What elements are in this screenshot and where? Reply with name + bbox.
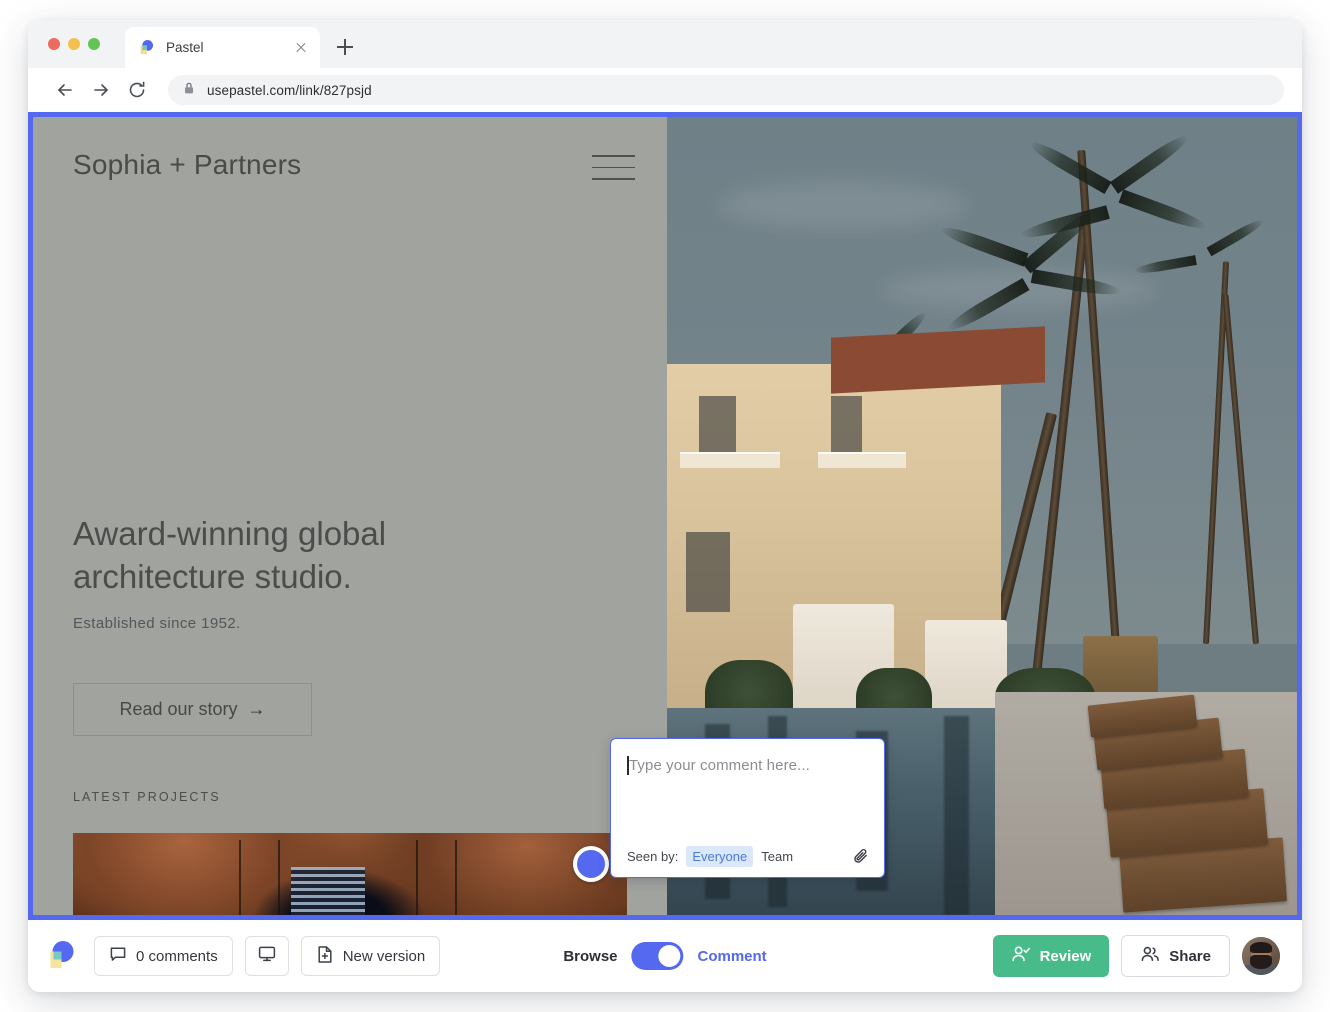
audience-team[interactable]: Team [761,849,793,864]
decorative-pillar [416,840,419,915]
pastel-logo-icon [138,39,155,56]
close-icon[interactable] [292,39,310,57]
avatar-beard [1250,955,1272,969]
desktop-monitor-icon [257,944,277,968]
browser-omnibox-row: usepastel.com/link/827psjd [28,68,1302,112]
avatar[interactable] [1242,937,1280,975]
review-button[interactable]: Review [992,935,1110,977]
browser-tab[interactable]: Pastel [125,27,320,68]
comment-input[interactable]: Type your comment here... [611,739,884,835]
balcony-rail [818,452,907,469]
site-left-panel: Sophia + Partners Award-winning global a… [33,117,667,915]
balcony-rail [679,452,781,469]
device-preview-button[interactable] [244,936,289,976]
text-caret [627,756,629,775]
new-version-label: New version [342,947,426,965]
lock-icon [182,81,196,100]
window-minimize-button[interactable] [68,38,80,50]
pool-reflection [944,715,970,915]
comments-button[interactable]: 0 comments [94,936,233,976]
hero-subtitle: Established since 1952. [73,615,241,632]
new-version-button[interactable]: New version [300,936,441,976]
tab-title: Pastel [166,40,204,55]
comment-marker-pin[interactable] [573,846,609,882]
read-our-story-label: Read our story [119,699,238,719]
browser-window: Pastel usepastel.com/link/827psjd Sophia… [28,20,1302,992]
comments-count-label: 0 comments [136,947,218,965]
pastel-bottom-toolbar: 0 comments New version Browse Comment Re… [28,920,1302,992]
building-window [830,396,863,453]
address-bar[interactable]: usepastel.com/link/827psjd [168,75,1284,105]
site-logo[interactable]: Sophia + Partners [73,149,301,181]
building-roof [830,326,1045,394]
browse-comment-toggle[interactable] [631,942,684,970]
users-icon [1140,944,1160,968]
hamburger-menu-icon[interactable] [592,155,635,183]
mode-toggle-group: Browse Comment [563,942,767,970]
audience-everyone[interactable]: Everyone [686,845,754,867]
browser-tab-strip: Pastel [28,20,1302,68]
review-label: Review [1039,947,1092,965]
escalator-detail [290,867,365,915]
chat-bubble-icon [109,945,127,967]
comment-placeholder: Type your comment here... [629,757,810,774]
user-check-icon [1011,944,1031,968]
cloud-wisp [717,180,970,229]
avatar-hair [1249,941,1273,953]
url-text: usepastel.com/link/827psjd [207,82,372,98]
decorative-pillar [277,840,280,915]
site-preview-frame: Sophia + Partners Award-winning global a… [28,112,1302,920]
decorative-pillar [239,840,242,915]
comment-footer: Seen by: Everyone Team [611,835,884,877]
arrow-right-icon: → [247,699,266,719]
toggle-knob [658,945,681,967]
window-close-button[interactable] [48,38,60,50]
pastel-logo-icon[interactable] [46,939,76,973]
project-thumbnail[interactable] [73,833,627,915]
file-plus-icon [316,945,334,968]
arrow-left-icon[interactable] [50,75,80,105]
comment-mode-label[interactable]: Comment [698,948,767,965]
arrow-right-icon[interactable] [86,75,116,105]
reload-icon[interactable] [122,75,152,105]
share-label: Share [1169,947,1211,965]
latest-projects-label: LATEST PROJECTS [73,790,221,804]
paperclip-icon[interactable] [852,847,870,865]
page-title: Award-winning global architecture studio… [73,515,387,595]
seen-by-label: Seen by: [627,848,679,864]
building-window [698,396,737,453]
share-button[interactable]: Share [1121,935,1230,977]
browse-mode-label[interactable]: Browse [563,948,617,965]
comment-popup: Type your comment here... Seen by: Every… [610,738,885,878]
plus-icon[interactable] [333,35,357,59]
building-archway [685,531,730,612]
read-our-story-button[interactable]: Read our story → [73,683,312,736]
window-traffic-lights [48,38,100,50]
decorative-pillar [455,840,458,915]
toolbar-right-group: Review Share [992,935,1280,977]
window-maximize-button[interactable] [88,38,100,50]
